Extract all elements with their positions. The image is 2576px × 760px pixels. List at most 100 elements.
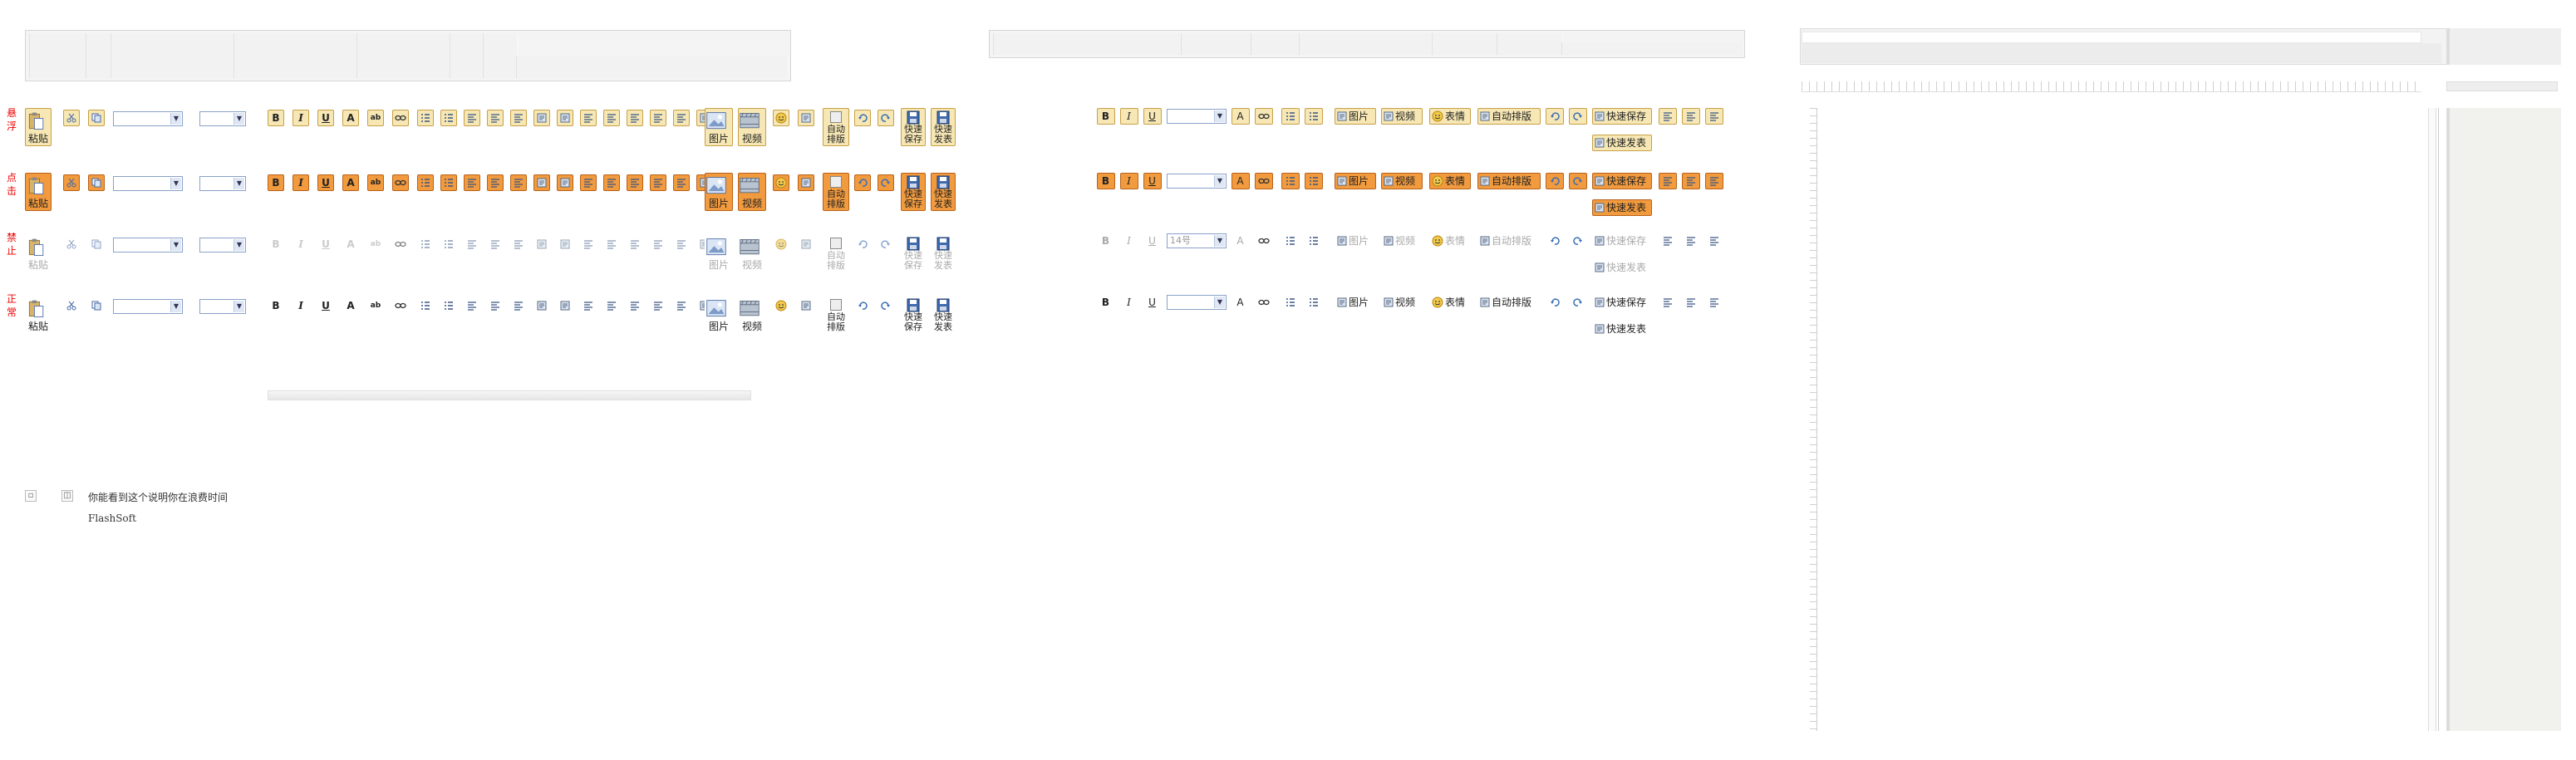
align-justify-icon[interactable] — [650, 174, 666, 191]
video-button[interactable]: 视频 — [738, 108, 766, 146]
ordered-list-icon[interactable] — [1305, 173, 1323, 189]
auto-format-button[interactable]: 自动排版 — [823, 296, 849, 334]
align-left-icon[interactable] — [1659, 294, 1677, 311]
link-icon[interactable] — [1255, 233, 1273, 249]
auto-format-button[interactable]: 自动排版 — [1477, 108, 1541, 125]
font-size-select[interactable]: ▼ — [199, 111, 246, 126]
font-size-select[interactable]: ▼ — [1167, 295, 1227, 310]
underline-icon[interactable]: U — [1143, 173, 1162, 189]
table-icon[interactable] — [533, 174, 550, 191]
ordered-list-icon[interactable] — [440, 236, 457, 253]
cut-icon[interactable] — [63, 236, 80, 253]
link-icon[interactable] — [1255, 294, 1273, 311]
table-insert-icon[interactable] — [557, 236, 573, 253]
indent-icon[interactable] — [487, 297, 504, 314]
unordered-list-icon[interactable] — [417, 174, 434, 191]
copy-icon[interactable] — [88, 236, 105, 253]
link-icon[interactable] — [392, 174, 409, 191]
undo-icon[interactable] — [854, 110, 871, 126]
outdent-icon[interactable] — [464, 110, 480, 126]
emoticon-button[interactable]: 表情 — [1429, 108, 1471, 125]
align-right-icon[interactable] — [1705, 233, 1723, 249]
image-button[interactable]: 图片 — [1335, 233, 1376, 249]
redo-icon[interactable] — [878, 110, 894, 126]
font-size-select[interactable]: ▼ — [199, 299, 246, 314]
align-center-icon[interactable] — [1682, 233, 1700, 249]
align-right-icon[interactable] — [627, 236, 643, 253]
highlight-icon[interactable]: ab — [367, 110, 384, 126]
align-left-icon[interactable] — [1659, 233, 1677, 249]
redo-icon[interactable] — [878, 174, 894, 191]
blockquote-icon[interactable] — [510, 297, 527, 314]
unordered-list-icon[interactable] — [1281, 233, 1300, 249]
font-color-icon[interactable]: A — [342, 297, 359, 314]
align-left-icon[interactable] — [580, 174, 597, 191]
paste-button[interactable]: 粘贴 — [25, 234, 52, 272]
quick-save-button[interactable]: 快速保存 — [1592, 108, 1652, 125]
link-icon[interactable] — [392, 297, 409, 314]
link-icon[interactable] — [1255, 173, 1273, 189]
font-size-select[interactable]: ▼14号 — [1167, 233, 1227, 248]
redo-icon[interactable] — [878, 297, 894, 314]
align-center-icon[interactable] — [603, 297, 620, 314]
unordered-list-icon[interactable] — [1281, 294, 1300, 311]
cut-icon[interactable] — [63, 297, 80, 314]
redo-icon[interactable] — [1569, 173, 1587, 189]
quick-publish-button[interactable]: 快速发表 — [1592, 199, 1652, 216]
undo-icon[interactable] — [854, 297, 871, 314]
align-center-icon[interactable] — [603, 174, 620, 191]
font-color-icon[interactable]: A — [342, 110, 359, 126]
image-button[interactable]: 图片 — [705, 234, 733, 272]
link-icon[interactable] — [392, 236, 409, 253]
redo-icon[interactable] — [1569, 108, 1587, 125]
underline-icon[interactable]: U — [317, 297, 334, 314]
table-icon[interactable] — [533, 297, 550, 314]
cut-icon[interactable] — [63, 110, 80, 126]
redo-icon[interactable] — [1569, 233, 1587, 249]
italic-icon[interactable]: I — [1120, 294, 1138, 311]
video-button[interactable]: 视频 — [738, 296, 766, 334]
italic-icon[interactable]: I — [293, 110, 309, 126]
quick-publish-button[interactable]: 快速发表 — [1592, 259, 1652, 276]
bold-icon[interactable]: B — [1097, 233, 1115, 249]
align-justify-icon[interactable] — [650, 236, 666, 253]
italic-icon[interactable]: I — [293, 174, 309, 191]
link-icon[interactable] — [1255, 108, 1273, 125]
image-button[interactable]: 图片 — [1335, 294, 1376, 311]
underline-icon[interactable]: U — [317, 110, 334, 126]
align-right-icon[interactable] — [1705, 108, 1723, 125]
emoticon-icon[interactable] — [773, 110, 789, 126]
font-color-icon[interactable]: A — [1231, 294, 1250, 311]
auto-format-button[interactable]: 自动排版 — [823, 173, 849, 211]
ordered-list-icon[interactable] — [440, 174, 457, 191]
quick-publish-button[interactable]: 快速发表 — [931, 173, 956, 211]
auto-format-button[interactable]: 自动排版 — [1477, 233, 1541, 249]
emoticon-icon[interactable] — [773, 236, 789, 253]
font-color-icon[interactable]: A — [342, 236, 359, 253]
bold-icon[interactable]: B — [268, 110, 284, 126]
line-height-icon[interactable] — [673, 236, 690, 253]
undo-icon[interactable] — [854, 174, 871, 191]
paste-button[interactable]: 粘贴 — [25, 108, 52, 146]
font-family-select[interactable]: ▼ — [113, 299, 183, 314]
unordered-list-icon[interactable] — [417, 110, 434, 126]
align-center-icon[interactable] — [1682, 173, 1700, 189]
emoticon-button[interactable]: 表情 — [1429, 233, 1471, 249]
align-right-icon[interactable] — [627, 174, 643, 191]
align-center-icon[interactable] — [603, 236, 620, 253]
video-button[interactable]: 视频 — [738, 173, 766, 211]
auto-format-button[interactable]: 自动排版 — [823, 108, 849, 146]
blockquote-icon[interactable] — [510, 110, 527, 126]
emoticon-icon[interactable] — [773, 297, 789, 314]
table-insert-icon[interactable] — [557, 110, 573, 126]
indent-icon[interactable] — [487, 236, 504, 253]
underline-icon[interactable]: U — [1143, 233, 1162, 249]
underline-icon[interactable]: U — [317, 236, 334, 253]
restore-icon[interactable]: ◫ — [61, 490, 73, 502]
quick-save-button[interactable]: 快速保存 — [1592, 173, 1652, 189]
align-left-icon[interactable] — [580, 297, 597, 314]
paste-button[interactable]: 粘贴 — [25, 173, 52, 211]
underline-icon[interactable]: U — [1143, 294, 1162, 311]
font-color-icon[interactable]: A — [1231, 173, 1250, 189]
undo-icon[interactable] — [1546, 294, 1564, 311]
